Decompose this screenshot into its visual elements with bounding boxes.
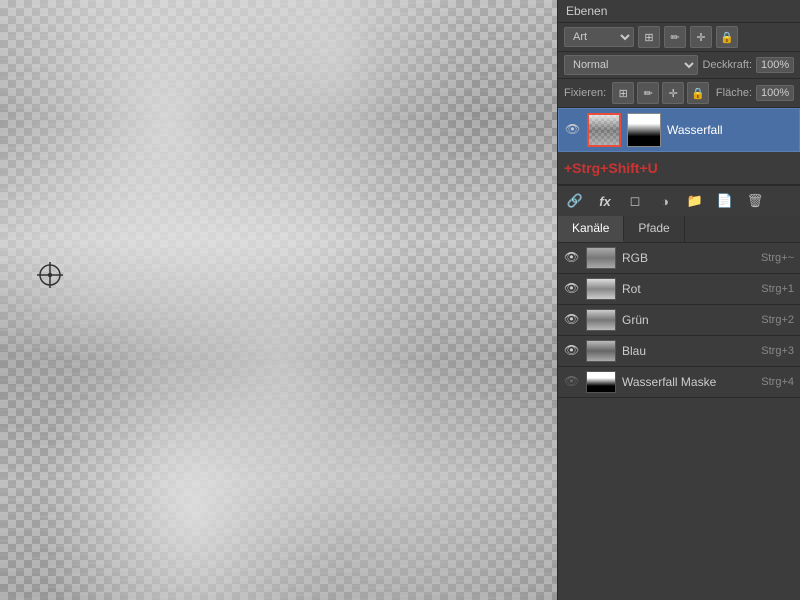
- tab-channels-label: Kanäle: [572, 221, 609, 235]
- mask-icon[interactable]: ◻: [624, 190, 646, 212]
- tab-channels[interactable]: Kanäle: [558, 216, 624, 242]
- new-layer-icon[interactable]: 📄: [714, 190, 736, 212]
- channel-thumb-rgb: [586, 247, 616, 269]
- shortcut-hint: +Strg+Shift+U: [558, 152, 800, 185]
- channel-thumb-mask: [586, 371, 616, 393]
- channel-name-mask: Wasserfall Maske: [622, 375, 755, 389]
- layer-actions: 🔗 fx ◻ ◑ 📁 📄 🗑: [558, 185, 800, 216]
- channel-eye-rgb[interactable]: 👁: [564, 250, 580, 266]
- channel-item-rgb[interactable]: 👁 RGB Strg+~: [558, 243, 800, 274]
- brush-icon-btn[interactable]: ✏: [664, 26, 686, 48]
- crosshair-cursor: [35, 260, 65, 290]
- layer-mask-img: [628, 114, 660, 146]
- thumbnail-icon-btn[interactable]: ⊞: [638, 26, 660, 48]
- blend-opacity-row: Normal Deckkraft: 100%: [558, 52, 800, 79]
- adjustment-icon[interactable]: ◑: [654, 190, 676, 212]
- lock-pixels-btn[interactable]: ⊞: [612, 82, 634, 104]
- fill-row: Fläche: 100%: [716, 85, 794, 101]
- channel-item-mask[interactable]: 👁 Wasserfall Maske Strg+4: [558, 367, 800, 398]
- layer-item[interactable]: 👁 Wasserfall: [558, 108, 800, 152]
- channel-name-rgb: RGB: [622, 251, 755, 265]
- channel-name-blue: Blau: [622, 344, 755, 358]
- layer-name: Wasserfall: [667, 123, 793, 137]
- folder-icon[interactable]: 📁: [684, 190, 706, 212]
- layer-mask-thumbnail: [627, 113, 661, 147]
- layer-thumbnail: [587, 113, 621, 147]
- channel-name-red: Rot: [622, 282, 755, 296]
- channel-eye-blue[interactable]: 👁: [564, 343, 580, 359]
- channel-shortcut-mask: Strg+4: [761, 376, 794, 388]
- waterfall-streaks: [0, 0, 557, 600]
- channel-thumb-green: [586, 309, 616, 331]
- tab-paths[interactable]: Pfade: [624, 216, 684, 242]
- layer-thumb-bg: [589, 115, 619, 145]
- lock-icons: ⊞ ✏ ✛ 🔒: [612, 82, 709, 104]
- channels-section: Kanäle Pfade 👁 RGB Strg+~ 👁 Rot Strg+1: [558, 216, 800, 600]
- panel-title: Ebenen: [558, 0, 800, 23]
- blend-mode-select[interactable]: Normal: [564, 55, 698, 75]
- channel-eye-red[interactable]: 👁: [564, 281, 580, 297]
- layer-eye-icon[interactable]: 👁: [565, 122, 581, 138]
- channel-eye-mask[interactable]: 👁: [564, 374, 580, 390]
- channel-shortcut-blue: Strg+3: [761, 345, 794, 357]
- toolbar-row: Art ⊞ ✏ ✛ 🔒: [558, 23, 800, 52]
- fill-label: Fläche:: [716, 87, 752, 99]
- type-select[interactable]: Art: [564, 27, 634, 47]
- opacity-value: 100%: [756, 57, 794, 73]
- channel-item-blue[interactable]: 👁 Blau Strg+3: [558, 336, 800, 367]
- canvas: [0, 0, 557, 600]
- chain-link-icon[interactable]: 🔗: [564, 190, 586, 212]
- channel-item-green[interactable]: 👁 Grün Strg+2: [558, 305, 800, 336]
- lock-move-btn[interactable]: ✛: [662, 82, 684, 104]
- channel-thumb-red: [586, 278, 616, 300]
- channel-eye-green[interactable]: 👁: [564, 312, 580, 328]
- lock-brush-btn[interactable]: ✏: [637, 82, 659, 104]
- lock-icon-btn[interactable]: 🔒: [716, 26, 738, 48]
- shortcut-text: +Strg+Shift+U: [564, 160, 658, 176]
- trash-icon[interactable]: 🗑: [744, 190, 766, 212]
- fill-value: 100%: [756, 85, 794, 101]
- move-icon-btn[interactable]: ✛: [690, 26, 712, 48]
- lock-fill-row: Fixieren: ⊞ ✏ ✛ 🔒 Fläche: 100%: [558, 79, 800, 108]
- channel-thumb-blue: [586, 340, 616, 362]
- panel-title-text: Ebenen: [566, 4, 607, 18]
- channel-list: 👁 RGB Strg+~ 👁 Rot Strg+1 👁 Grün Strg+2: [558, 243, 800, 600]
- channel-name-green: Grün: [622, 313, 755, 327]
- layers-panel: Ebenen Art ⊞ ✏ ✛ 🔒 Normal Deckkraft: 100…: [557, 0, 800, 600]
- layers-section: Ebenen Art ⊞ ✏ ✛ 🔒 Normal Deckkraft: 100…: [558, 0, 800, 216]
- tab-paths-label: Pfade: [638, 221, 669, 235]
- layer-thumb-wf-overlay: [589, 115, 619, 145]
- channels-tabs: Kanäle Pfade: [558, 216, 800, 243]
- channel-shortcut-rgb: Strg+~: [761, 252, 794, 264]
- fx-icon[interactable]: fx: [594, 190, 616, 212]
- lock-all-btn[interactable]: 🔒: [687, 82, 709, 104]
- opacity-label: Deckkraft:: [702, 59, 752, 71]
- lock-label: Fixieren:: [564, 87, 606, 99]
- channel-shortcut-red: Strg+1: [761, 283, 794, 295]
- channel-shortcut-green: Strg+2: [761, 314, 794, 326]
- channel-item-red[interactable]: 👁 Rot Strg+1: [558, 274, 800, 305]
